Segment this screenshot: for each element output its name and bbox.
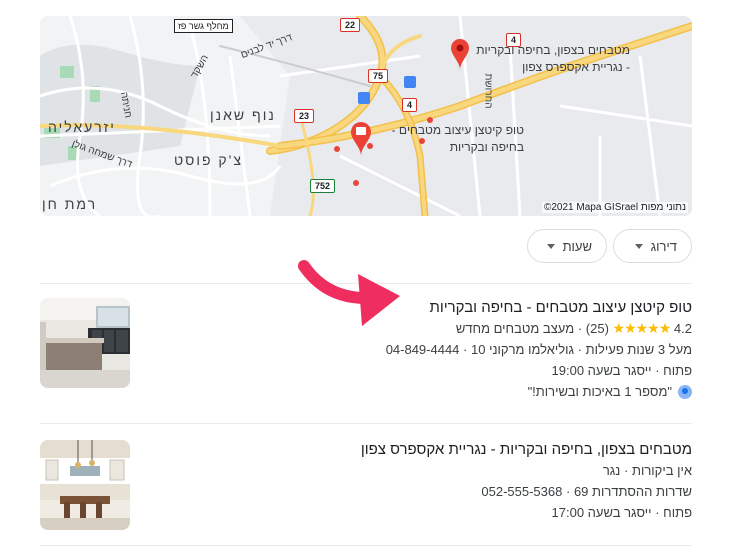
listing-info: מטבחים בצפון, בחיפה ובקריות - נגריית אקס… — [361, 440, 692, 523]
chevron-down-icon — [546, 243, 555, 249]
hours-line: פתוח · ייסגר בשעה 19:00 — [386, 360, 692, 381]
neighborhood-label: יזרעאליה — [48, 119, 116, 135]
neighborhood-label: נוף שאנן — [210, 107, 276, 123]
map-pin-label-main[interactable]: טופ קיטצן עיצוב מטבחים - בחיפה ובקריות — [376, 122, 524, 156]
map[interactable]: מחלף גשר פז 22 4 75 4 23 752 דרך יד לבני… — [40, 16, 692, 216]
review-count[interactable]: (25) — [586, 321, 609, 336]
separator: · — [565, 484, 571, 499]
street-label: החרושת — [482, 73, 494, 109]
rating-stars-icon: ★★★★★ — [612, 320, 672, 336]
map-pin-label-top[interactable]: מטבחים בצפון, בחיפה ובקריות - נגריית אקס… — [474, 42, 630, 76]
open-status: פתוח — [663, 363, 692, 378]
business-phone[interactable]: 04-849-4444 — [386, 342, 460, 357]
route-shield: 23 — [294, 109, 315, 123]
years-in-business: מעל 3 שנות פעילות — [585, 342, 692, 357]
separator: · — [577, 321, 583, 336]
divider — [40, 545, 692, 546]
map-attribution: ©2021 Mapa GISrael נתוני מפות — [541, 202, 688, 213]
review-snippet: "מספר 1 באיכות ובשירות!" — [527, 384, 672, 399]
rating-line: 4.2 ★★★★★ (25) · מעצב מטבחים מחדש — [386, 318, 692, 339]
neighborhood-label: רמת חן — [42, 196, 98, 212]
rating-filter-label: דירוג — [650, 238, 677, 254]
separator: · — [655, 505, 660, 520]
separator: · — [577, 342, 583, 357]
route-shield: 75 — [368, 69, 389, 83]
open-status: פתוח — [663, 505, 692, 520]
route-shield: 22 — [340, 18, 361, 32]
review-snippet-line: "מספר 1 באיכות ובשירות!" — [386, 381, 692, 405]
kitchen-photo[interactable] — [40, 298, 130, 388]
hours-filter-label: שעות — [562, 238, 592, 254]
listing-item[interactable]: מטבחים בצפון, בחיפה ובקריות - נגריית אקס… — [40, 440, 692, 536]
hours-filter-button[interactable]: שעות — [527, 229, 607, 263]
listing-info: טופ קיטצן עיצוב מטבחים - בחיפה ובקריות 4… — [386, 298, 692, 405]
divider — [40, 423, 692, 424]
details-line: שדרות ההסתדרות 69 · 052-555-5368 — [361, 481, 692, 502]
closing-time: ייסגר בשעה 17:00 — [551, 505, 652, 520]
user-avatar-icon — [678, 384, 692, 399]
business-name-link[interactable]: טופ קיטצן עיצוב מטבחים - בחיפה ובקריות — [386, 298, 692, 318]
business-address: גוליאלמו מרקוני 10 — [471, 342, 575, 357]
hours-line: פתוח · ייסגר בשעה 17:00 — [361, 502, 692, 523]
separator: · — [655, 363, 660, 378]
rating-line: אין ביקורות · נגר — [361, 460, 692, 481]
kitchen-photo[interactable] — [40, 440, 130, 530]
chevron-down-icon — [634, 243, 643, 249]
map-interchange-label: מחלף גשר פז — [174, 19, 233, 33]
route-shield: 752 — [310, 179, 336, 193]
business-category: מעצב מטבחים מחדש — [455, 321, 575, 336]
business-address: שדרות ההסתדרות 69 — [573, 484, 692, 499]
rating-value: 4.2 — [673, 321, 692, 336]
no-reviews-label: אין ביקורות — [631, 463, 692, 478]
neighborhood-label: צ'ק פוסט — [174, 152, 243, 168]
listing-item[interactable]: טופ קיטצן עיצוב מטבחים - בחיפה ובקריות 4… — [40, 298, 692, 410]
rating-filter-button[interactable]: דירוג — [613, 229, 692, 263]
business-name-link[interactable]: מטבחים בצפון, בחיפה ובקריות - נגריית אקס… — [361, 440, 692, 460]
business-category: נגר — [602, 463, 621, 478]
details-line: מעל 3 שנות פעילות · גוליאלמו מרקוני 10 ·… — [386, 339, 692, 360]
route-shield: 4 — [402, 98, 418, 112]
business-phone[interactable]: 052-555-5368 — [481, 484, 562, 499]
separator: · — [463, 342, 468, 357]
closing-time: ייסגר בשעה 19:00 — [551, 363, 652, 378]
separator: · — [624, 463, 629, 478]
